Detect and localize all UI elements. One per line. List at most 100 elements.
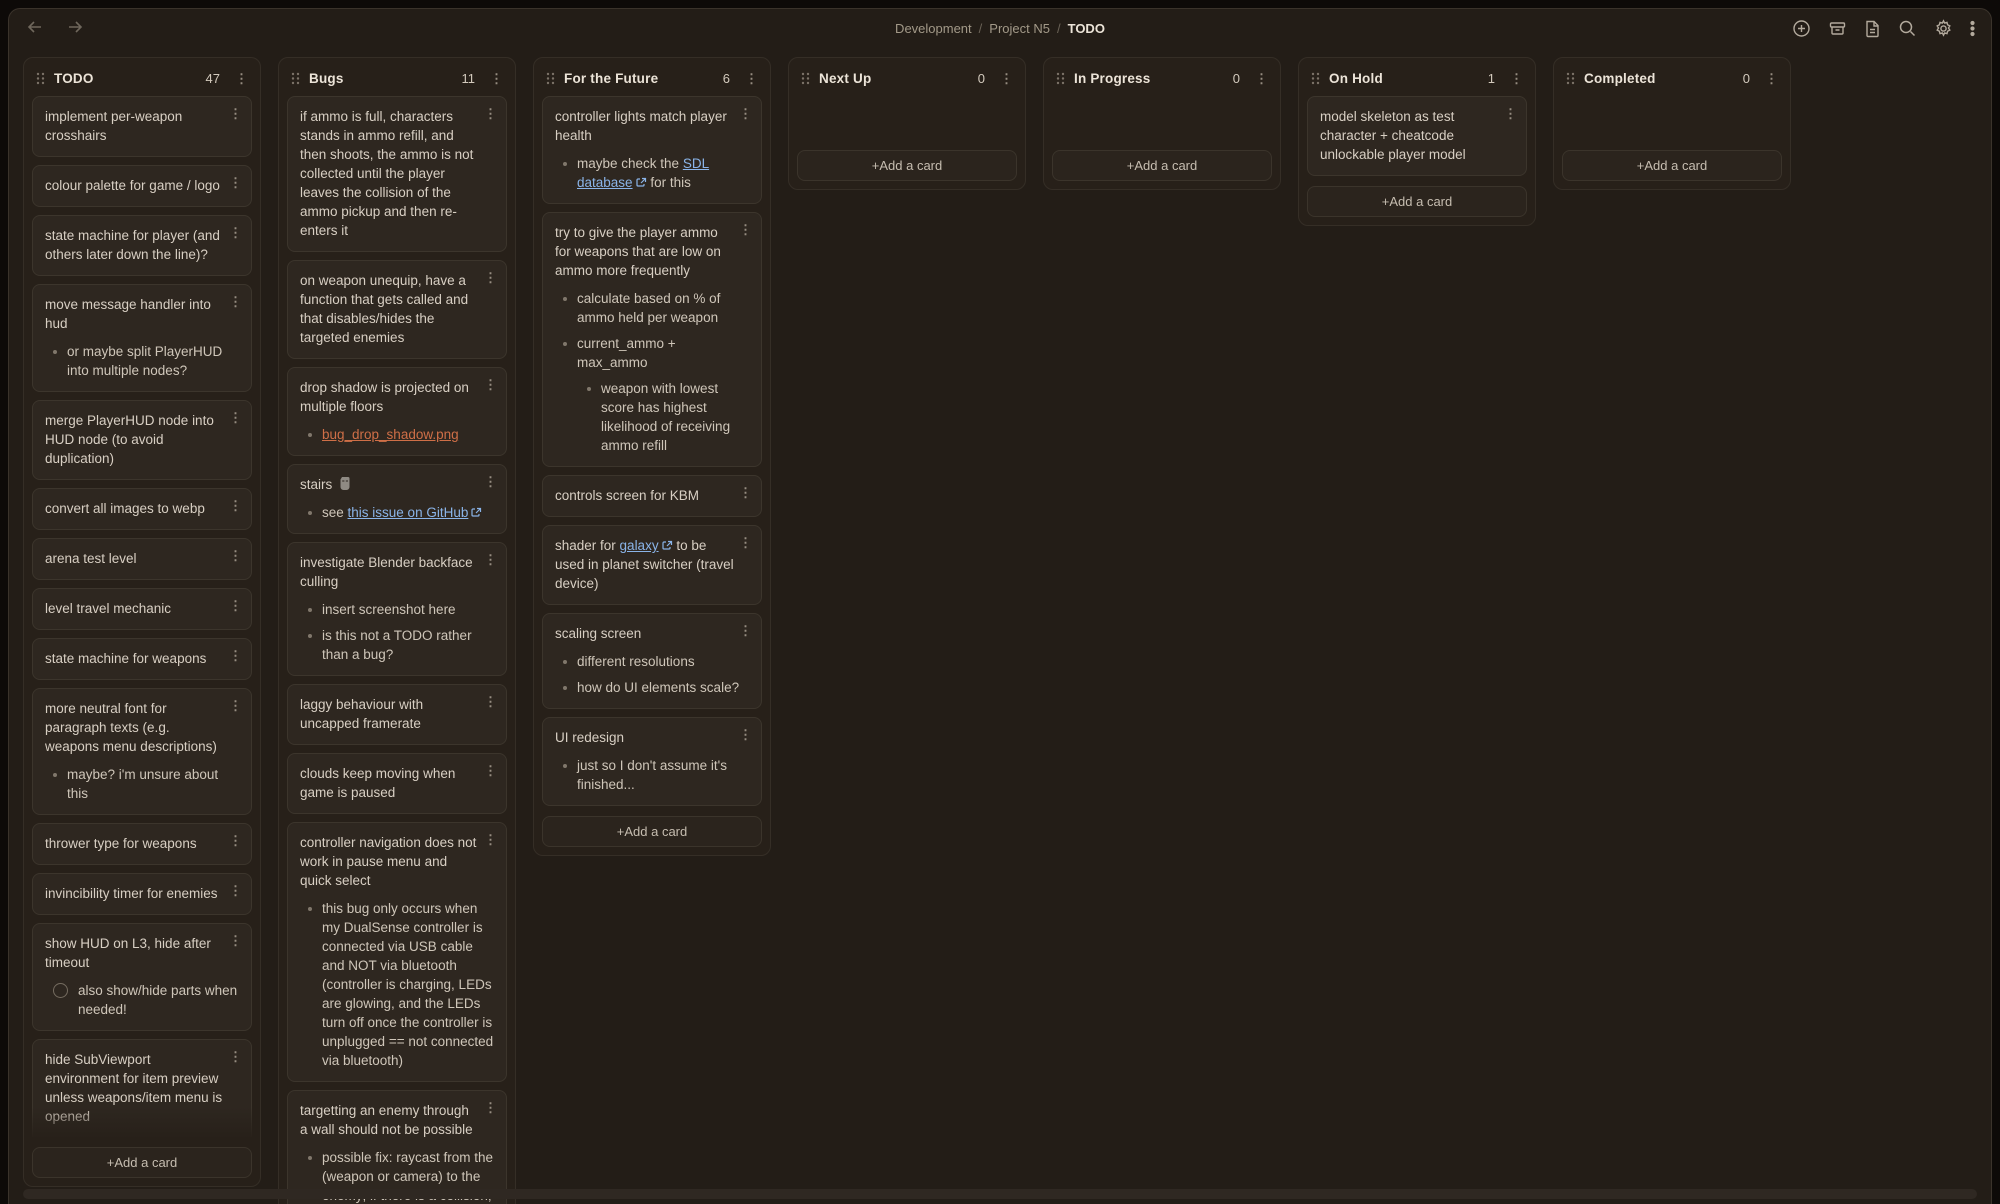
add-card-button[interactable]: +Add a card bbox=[797, 150, 1017, 181]
card[interactable]: ⋮controller lights match player healthma… bbox=[542, 96, 762, 204]
card-menu-icon[interactable]: ⋮ bbox=[229, 834, 242, 847]
breadcrumb-item-project[interactable]: Project N5 bbox=[989, 21, 1050, 36]
card[interactable]: ⋮controller navigation does not work in … bbox=[287, 822, 507, 1082]
card-menu-icon[interactable]: ⋮ bbox=[229, 1050, 242, 1063]
card-menu-icon[interactable]: ⋮ bbox=[229, 549, 242, 562]
more-kebab-icon bbox=[1970, 19, 1975, 38]
card-menu-icon[interactable]: ⋮ bbox=[739, 624, 752, 637]
card-link[interactable]: galaxy bbox=[620, 538, 673, 553]
card-menu-icon[interactable]: ⋮ bbox=[739, 223, 752, 236]
card-menu-icon[interactable]: ⋮ bbox=[484, 271, 497, 284]
card-menu-icon[interactable]: ⋮ bbox=[484, 764, 497, 777]
card-menu-icon[interactable]: ⋮ bbox=[739, 107, 752, 120]
card[interactable]: ⋮implement per-weapon crosshairs bbox=[32, 96, 252, 157]
card[interactable]: ⋮if ammo is full, characters stands in a… bbox=[287, 96, 507, 252]
column-drag-handle[interactable] bbox=[1056, 72, 1065, 85]
card[interactable]: ⋮state machine for player (and others la… bbox=[32, 215, 252, 276]
card-menu-icon[interactable]: ⋮ bbox=[739, 536, 752, 549]
card-menu-icon[interactable]: ⋮ bbox=[484, 1101, 497, 1114]
card-menu-icon[interactable]: ⋮ bbox=[229, 176, 242, 189]
card-menu-icon[interactable]: ⋮ bbox=[484, 107, 497, 120]
card[interactable]: ⋮thrower type for weapons bbox=[32, 823, 252, 865]
back-button[interactable] bbox=[25, 18, 45, 39]
column-menu-icon[interactable]: ⋮ bbox=[1000, 72, 1013, 85]
card[interactable]: ⋮controls screen for KBM bbox=[542, 475, 762, 517]
card[interactable]: ⋮invincibility timer for enemies bbox=[32, 873, 252, 915]
checkbox-circle[interactable] bbox=[53, 983, 68, 998]
card-menu-icon[interactable]: ⋮ bbox=[229, 107, 242, 120]
horizontal-scrollbar[interactable] bbox=[23, 1189, 1977, 1199]
card[interactable]: ⋮move message handler into hudor maybe s… bbox=[32, 284, 252, 392]
card-menu-icon[interactable]: ⋮ bbox=[229, 699, 242, 712]
card-menu-icon[interactable]: ⋮ bbox=[484, 378, 497, 391]
column-menu-icon[interactable]: ⋮ bbox=[1255, 72, 1268, 85]
card-menu-icon[interactable]: ⋮ bbox=[229, 934, 242, 947]
card-menu-icon[interactable]: ⋮ bbox=[1504, 107, 1517, 120]
column-menu-icon[interactable]: ⋮ bbox=[490, 72, 503, 85]
add-card-button[interactable]: +Add a card bbox=[32, 1147, 252, 1178]
card[interactable]: ⋮shader for galaxy to be used in planet … bbox=[542, 525, 762, 605]
card[interactable]: ⋮colour palette for game / logo bbox=[32, 165, 252, 207]
add-board-button[interactable] bbox=[1792, 19, 1811, 38]
card[interactable]: ⋮model skeleton as test character + chea… bbox=[1307, 96, 1527, 176]
column-drag-handle[interactable] bbox=[1311, 72, 1320, 85]
card-menu-icon[interactable]: ⋮ bbox=[484, 553, 497, 566]
notes-button[interactable] bbox=[1864, 19, 1881, 38]
card-menu-icon[interactable]: ⋮ bbox=[229, 599, 242, 612]
add-card-button[interactable]: +Add a card bbox=[1052, 150, 1272, 181]
column-drag-handle[interactable] bbox=[36, 72, 45, 85]
drag-handle-icon bbox=[1566, 72, 1575, 85]
card[interactable]: ⋮show HUD on L3, hide after timeoutalso … bbox=[32, 923, 252, 1031]
column-count: 0 bbox=[978, 71, 991, 86]
card-menu-icon[interactable]: ⋮ bbox=[229, 295, 242, 308]
column-drag-handle[interactable] bbox=[801, 72, 810, 85]
column-drag-handle[interactable] bbox=[1566, 72, 1575, 85]
bullet-dot-icon bbox=[563, 686, 567, 690]
card[interactable]: ⋮ arena test level bbox=[32, 538, 252, 580]
archive-button[interactable] bbox=[1828, 19, 1847, 38]
card[interactable]: ⋮hide SubViewport environment for item p… bbox=[32, 1039, 252, 1137]
forward-button[interactable] bbox=[65, 18, 85, 39]
add-card-button[interactable]: +Add a card bbox=[1562, 150, 1782, 181]
card[interactable]: ⋮merge PlayerHUD node into HUD node (to … bbox=[32, 400, 252, 480]
add-card-button[interactable]: +Add a card bbox=[1307, 186, 1527, 217]
column-menu-icon[interactable]: ⋮ bbox=[1765, 72, 1778, 85]
column-menu-icon[interactable]: ⋮ bbox=[745, 72, 758, 85]
card-menu-icon[interactable]: ⋮ bbox=[229, 649, 242, 662]
card[interactable]: ⋮clouds keep moving when game is paused bbox=[287, 753, 507, 814]
card[interactable]: ⋮scaling screendifferent resolutionshow … bbox=[542, 613, 762, 709]
card[interactable]: ⋮on weapon unequip, have a function that… bbox=[287, 260, 507, 359]
card-menu-icon[interactable]: ⋮ bbox=[229, 411, 242, 424]
card[interactable]: ⋮laggy behaviour with uncapped framerate bbox=[287, 684, 507, 745]
card[interactable]: ⋮stairs see this issue on GitHub bbox=[287, 464, 507, 534]
card[interactable]: ⋮try to give the player ammo for weapons… bbox=[542, 212, 762, 467]
add-card-button[interactable]: +Add a card bbox=[542, 816, 762, 847]
card-link[interactable]: this issue on GitHub bbox=[348, 505, 483, 520]
column-drag-handle[interactable] bbox=[291, 72, 300, 85]
card[interactable]: ⋮investigate Blender backface cullingins… bbox=[287, 542, 507, 676]
search-button[interactable] bbox=[1898, 19, 1917, 38]
card-menu-icon[interactable]: ⋮ bbox=[229, 499, 242, 512]
card-menu-icon[interactable]: ⋮ bbox=[484, 833, 497, 846]
card-text: arena test level bbox=[45, 551, 137, 566]
settings-button[interactable] bbox=[1934, 19, 1953, 38]
card[interactable]: ⋮targetting an enemy through a wall shou… bbox=[287, 1090, 507, 1204]
card-menu-icon[interactable]: ⋮ bbox=[484, 695, 497, 708]
breadcrumb-item-development[interactable]: Development bbox=[895, 21, 972, 36]
card-menu-icon[interactable]: ⋮ bbox=[739, 728, 752, 741]
card[interactable]: ⋮state machine for weapons bbox=[32, 638, 252, 680]
column-menu-icon[interactable]: ⋮ bbox=[235, 72, 248, 85]
card[interactable]: ⋮level travel mechanic bbox=[32, 588, 252, 630]
card-menu-icon[interactable]: ⋮ bbox=[229, 884, 242, 897]
card[interactable]: ⋮convert all images to webp bbox=[32, 488, 252, 530]
card-link[interactable]: bug_drop_shadow.png bbox=[322, 427, 459, 442]
more-menu-button[interactable] bbox=[1970, 19, 1975, 38]
card-menu-icon[interactable]: ⋮ bbox=[739, 486, 752, 499]
card-menu-icon[interactable]: ⋮ bbox=[484, 475, 497, 488]
card[interactable]: ⋮UI redesignjust so I don't assume it's … bbox=[542, 717, 762, 806]
card-menu-icon[interactable]: ⋮ bbox=[229, 226, 242, 239]
card[interactable]: ⋮drop shadow is projected on multiple fl… bbox=[287, 367, 507, 456]
column-menu-icon[interactable]: ⋮ bbox=[1510, 72, 1523, 85]
column-drag-handle[interactable] bbox=[546, 72, 555, 85]
card[interactable]: ⋮more neutral font for paragraph texts (… bbox=[32, 688, 252, 815]
